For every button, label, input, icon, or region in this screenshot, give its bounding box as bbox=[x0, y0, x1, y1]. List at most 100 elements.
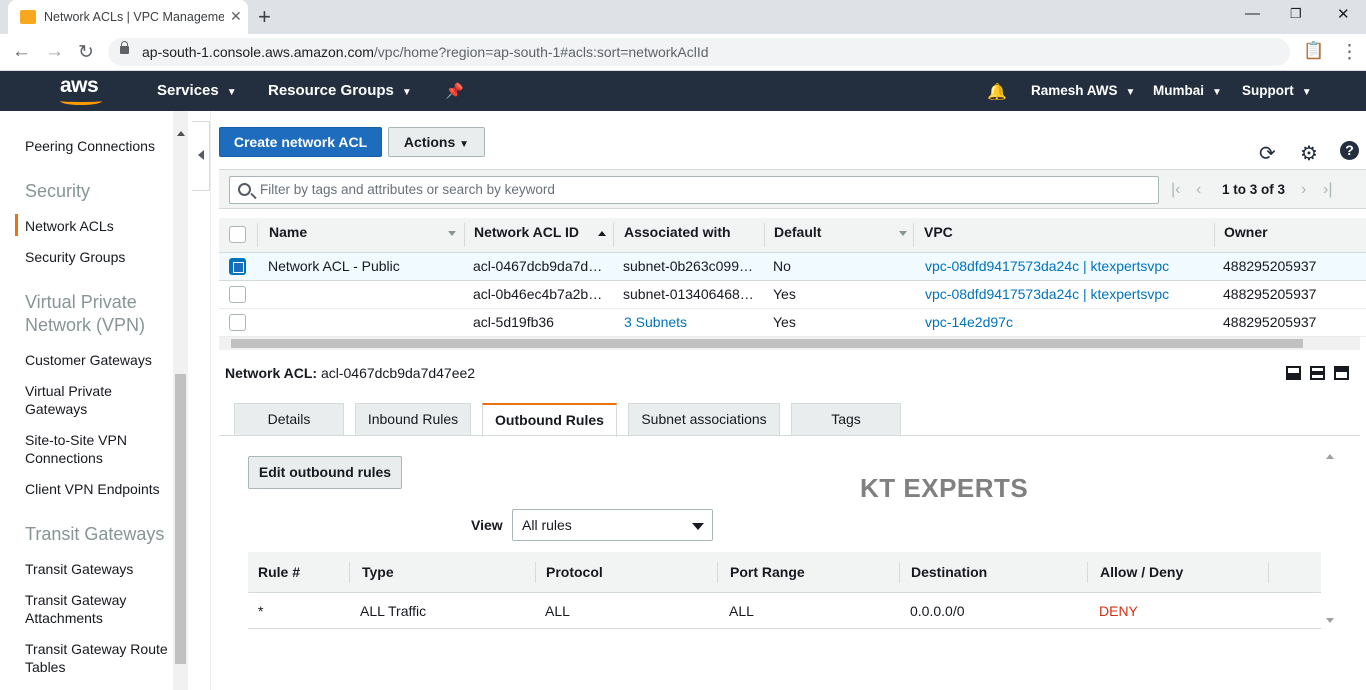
layout-bottom-icon[interactable] bbox=[1286, 366, 1301, 380]
minimize-icon[interactable]: — bbox=[1245, 5, 1260, 22]
user-menu[interactable]: Ramesh AWS ▼ bbox=[1031, 83, 1135, 98]
close-tab-icon[interactable]: ✕ bbox=[230, 8, 242, 25]
tab-tags[interactable]: Tags bbox=[791, 403, 901, 436]
rule-protocol: ALL bbox=[545, 603, 570, 619]
chevron-left-icon bbox=[198, 150, 204, 160]
row-checkbox[interactable] bbox=[229, 286, 246, 303]
column-type: Type bbox=[362, 564, 394, 580]
cell-acl-id: acl-0467dcb9da7d47ee2 bbox=[473, 258, 605, 274]
browser-menu-icon[interactable]: ⋮ bbox=[1340, 41, 1359, 64]
window-close-icon[interactable]: ✕ bbox=[1337, 5, 1350, 23]
sidebar-item-virtual-private-gateways[interactable]: Virtual Private Gateways bbox=[25, 382, 112, 418]
cell-default: Yes bbox=[773, 286, 796, 302]
last-page-icon[interactable]: ›| bbox=[1323, 181, 1332, 199]
sidebar-item-network-acls[interactable]: Network ACLs bbox=[25, 217, 114, 235]
url-input[interactable]: ap-south-1.console.aws.amazon.com/vpc/ho… bbox=[108, 38, 1290, 66]
cell-acl-id: acl-5d19fb36 bbox=[473, 314, 554, 330]
browser-tab[interactable]: Network ACLs | VPC Management Console ✕ bbox=[8, 0, 248, 34]
filter-search-input[interactable]: Filter by tags and attributes or search … bbox=[229, 176, 1159, 204]
tab-outbound-rules[interactable]: Outbound Rules bbox=[482, 403, 617, 437]
cell-vpc-link[interactable]: vpc-08dfd9417573da24c | ktexpertsvpc bbox=[925, 286, 1169, 302]
sidebar-item-transit-gateway-attachments[interactable]: Transit Gateway Attachments bbox=[25, 591, 126, 627]
sidebar-item-peering-connections[interactable]: Peering Connections bbox=[25, 137, 155, 155]
sidebar-scroll-thumb[interactable] bbox=[175, 374, 186, 664]
create-network-acl-button[interactable]: Create network ACL bbox=[219, 127, 382, 157]
tab-details[interactable]: Details bbox=[234, 403, 344, 436]
column-default[interactable]: Default bbox=[774, 224, 821, 240]
view-select[interactable]: All rules bbox=[512, 509, 713, 541]
region-menu[interactable]: Mumbai ▼ bbox=[1153, 83, 1222, 98]
bell-icon[interactable]: 🔔 bbox=[987, 82, 1007, 102]
gear-icon[interactable]: ⚙ bbox=[1300, 141, 1318, 166]
chevron-down-icon: ▼ bbox=[1125, 87, 1136, 98]
horizontal-scroll-thumb[interactable] bbox=[231, 339, 1303, 348]
collapse-sidebar-button[interactable] bbox=[192, 121, 210, 191]
sidebar-item-security-groups[interactable]: Security Groups bbox=[25, 248, 125, 266]
aws-logo[interactable]: aws bbox=[60, 74, 99, 98]
cell-associated: subnet-0b263c099a3c5dba2 bbox=[623, 258, 755, 274]
cell-associated-link[interactable]: 3 Subnets bbox=[624, 314, 756, 330]
cell-default: Yes bbox=[773, 314, 796, 330]
cell-vpc-link[interactable]: vpc-14e2d97c bbox=[925, 314, 1013, 330]
forward-icon[interactable]: → bbox=[45, 41, 64, 63]
sidebar-item-site-to-site-vpn[interactable]: Site-to-Site VPN Connections bbox=[25, 431, 127, 467]
refresh-icon[interactable]: ⟳ bbox=[1259, 141, 1276, 166]
prev-page-icon[interactable]: ‹ bbox=[1196, 181, 1201, 199]
resource-groups-menu[interactable]: Resource Groups ▼ bbox=[268, 82, 412, 99]
table-row[interactable]: acl-5d19fb36 3 Subnets Yes vpc-14e2d97c … bbox=[219, 309, 1366, 337]
rule-port-range: ALL bbox=[729, 603, 754, 619]
sidebar-item-customer-gateways[interactable]: Customer Gateways bbox=[25, 351, 152, 369]
details-scrollbar[interactable] bbox=[1322, 448, 1338, 630]
cell-owner: 488295205937 bbox=[1223, 258, 1317, 274]
back-icon[interactable]: ← bbox=[12, 41, 31, 63]
column-divider bbox=[764, 223, 765, 247]
actions-button[interactable]: Actions ▼ bbox=[388, 127, 485, 157]
sort-icon[interactable] bbox=[448, 231, 456, 236]
selected-acl-heading: Network ACL: acl-0467dcb9da7d47ee2 bbox=[225, 365, 476, 381]
row-checkbox[interactable] bbox=[229, 258, 246, 275]
sidebar-item-client-vpn-endpoints[interactable]: Client VPN Endpoints bbox=[25, 480, 160, 498]
column-associated-with[interactable]: Associated with bbox=[624, 224, 731, 240]
sidebar-item-transit-gateway-route-tables[interactable]: Transit Gateway Route Tables bbox=[25, 640, 168, 676]
column-vpc[interactable]: VPC bbox=[924, 224, 953, 240]
help-icon[interactable]: ? bbox=[1340, 141, 1359, 160]
tab-subnet-associations[interactable]: Subnet associations bbox=[628, 403, 780, 436]
scroll-up-icon[interactable] bbox=[1326, 454, 1334, 459]
table-row[interactable]: Network ACL - Public acl-0467dcb9da7d47e… bbox=[219, 253, 1366, 281]
cell-vpc-link[interactable]: vpc-08dfd9417573da24c | ktexpertsvpc bbox=[925, 258, 1169, 274]
scroll-down-icon[interactable] bbox=[1326, 618, 1334, 623]
reload-icon[interactable]: ↻ bbox=[78, 41, 94, 64]
new-tab-icon[interactable]: + bbox=[258, 4, 271, 30]
scroll-up-icon[interactable] bbox=[177, 131, 185, 136]
edit-outbound-rules-button[interactable]: Edit outbound rules bbox=[248, 456, 402, 489]
clipboard-icon[interactable]: 📋 bbox=[1303, 41, 1324, 61]
first-page-icon[interactable]: |‹ bbox=[1171, 181, 1180, 199]
services-menu[interactable]: Services ▼ bbox=[157, 82, 237, 99]
column-name[interactable]: Name bbox=[269, 224, 307, 240]
next-page-icon[interactable]: › bbox=[1301, 181, 1306, 199]
view-select-value: All rules bbox=[522, 517, 572, 533]
layout-split-icon[interactable] bbox=[1310, 366, 1325, 380]
pin-icon[interactable]: 📌 bbox=[445, 82, 464, 100]
sort-icon[interactable] bbox=[899, 231, 907, 236]
column-divider bbox=[349, 562, 350, 583]
filter-placeholder: Filter by tags and attributes or search … bbox=[260, 182, 555, 197]
support-menu[interactable]: Support ▼ bbox=[1242, 83, 1312, 98]
filter-row: Filter by tags and attributes or search … bbox=[219, 169, 1366, 209]
table-row[interactable]: acl-0b46ec4b7a2b2fd74 subnet-013406468f2… bbox=[219, 281, 1366, 309]
column-network-acl-id[interactable]: Network ACL ID bbox=[474, 224, 579, 240]
column-owner[interactable]: Owner bbox=[1224, 224, 1268, 240]
sidebar-item-transit-gateways[interactable]: Transit Gateways bbox=[25, 560, 133, 578]
table-horizontal-scrollbar[interactable] bbox=[219, 337, 1360, 350]
sort-ascending-icon[interactable] bbox=[598, 231, 606, 236]
tab-inbound-rules[interactable]: Inbound Rules bbox=[355, 403, 471, 436]
address-bar-row: ← → ↻ ap-south-1.console.aws.amazon.com/… bbox=[0, 34, 1366, 71]
sidebar-section-vpn-line2: Network (VPN) bbox=[25, 315, 146, 335]
select-all-checkbox[interactable] bbox=[229, 226, 246, 243]
restore-icon[interactable]: ❐ bbox=[1290, 6, 1302, 22]
row-checkbox[interactable] bbox=[229, 314, 246, 331]
chevron-down-icon: ▼ bbox=[1301, 87, 1312, 98]
rule-type: ALL Traffic bbox=[360, 603, 427, 619]
column-divider bbox=[535, 562, 536, 583]
layout-top-icon[interactable] bbox=[1334, 366, 1349, 380]
